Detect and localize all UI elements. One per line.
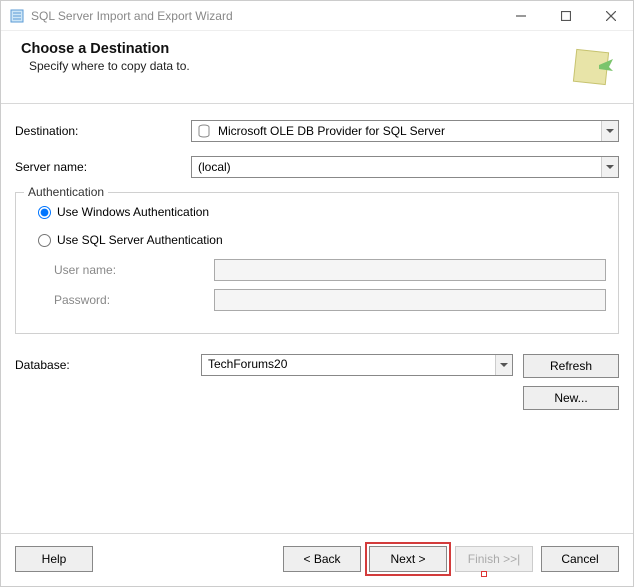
dropdown-arrow-icon[interactable]: [601, 121, 618, 141]
destination-combo[interactable]: Microsoft OLE DB Provider for SQL Server: [191, 120, 619, 142]
app-icon: [9, 8, 25, 24]
back-button[interactable]: < Back: [283, 546, 361, 572]
close-button[interactable]: [588, 1, 633, 31]
database-label: Database:: [15, 354, 191, 372]
window-title: SQL Server Import and Export Wizard: [31, 9, 498, 23]
radio-sql-auth-label: Use SQL Server Authentication: [57, 233, 223, 247]
wizard-footer: Help < Back Next > Finish >>| Cancel: [1, 533, 633, 586]
dropdown-arrow-icon[interactable]: [495, 355, 512, 375]
username-input: [214, 259, 606, 281]
next-button[interactable]: Next >: [369, 546, 447, 572]
database-combo[interactable]: TechForums20: [201, 354, 513, 376]
marker-icon: [481, 571, 487, 577]
finish-button: Finish >>|: [455, 546, 533, 572]
password-label: Password:: [54, 293, 214, 307]
wizard-body: Destination: Microsoft OLE DB Provider f…: [1, 104, 633, 533]
titlebar: SQL Server Import and Export Wizard: [1, 1, 633, 31]
new-database-button[interactable]: New...: [523, 386, 619, 410]
page-subtitle: Specify where to copy data to.: [21, 59, 569, 73]
destination-value: Microsoft OLE DB Provider for SQL Server: [216, 124, 601, 138]
wizard-header: Choose a Destination Specify where to co…: [1, 31, 633, 104]
radio-windows-auth-label: Use Windows Authentication: [57, 205, 209, 219]
authentication-legend: Authentication: [24, 185, 108, 199]
help-button[interactable]: Help: [15, 546, 93, 572]
page-title: Choose a Destination: [21, 41, 569, 57]
database-icon: [196, 123, 212, 139]
wizard-icon: [569, 41, 617, 89]
password-input: [214, 289, 606, 311]
username-label: User name:: [54, 263, 214, 277]
database-value: TechForums20: [202, 355, 495, 375]
use-sql-auth-radio[interactable]: Use SQL Server Authentication: [28, 229, 606, 251]
cancel-button[interactable]: Cancel: [541, 546, 619, 572]
radio-sql-auth[interactable]: [38, 234, 51, 247]
radio-windows-auth[interactable]: [38, 206, 51, 219]
dropdown-arrow-icon[interactable]: [601, 157, 618, 177]
minimize-button[interactable]: [498, 1, 543, 31]
server-name-value: (local): [192, 160, 601, 174]
destination-label: Destination:: [15, 124, 191, 138]
refresh-button[interactable]: Refresh: [523, 354, 619, 378]
maximize-button[interactable]: [543, 1, 588, 31]
server-name-combo[interactable]: (local): [191, 156, 619, 178]
use-windows-auth-radio[interactable]: Use Windows Authentication: [28, 201, 606, 223]
server-name-label: Server name:: [15, 160, 191, 174]
authentication-group: Authentication Use Windows Authenticatio…: [15, 192, 619, 334]
